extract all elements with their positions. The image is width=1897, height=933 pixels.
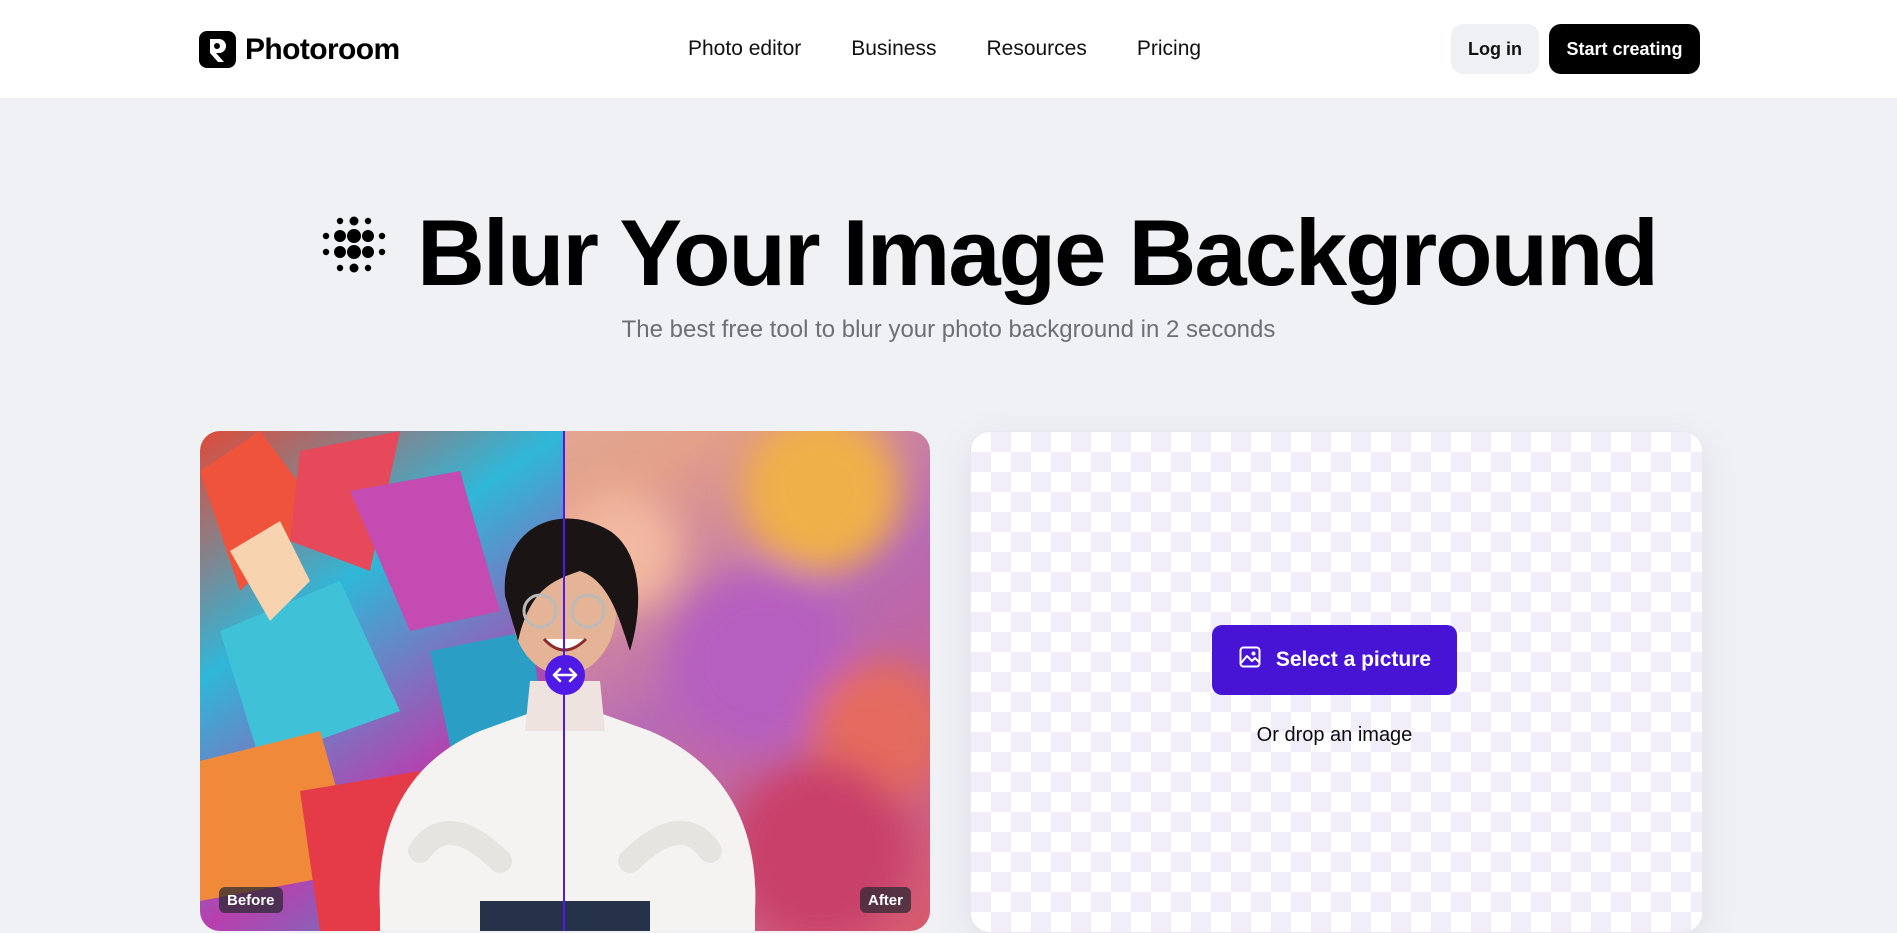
photoroom-logo-icon — [199, 31, 236, 68]
page-title: Blur Your Image Background — [417, 200, 1659, 305]
before-after-comparison[interactable]: Before After — [200, 431, 930, 931]
menu-item-photo-editor[interactable]: Photo editor — [688, 34, 801, 64]
left-right-arrow-icon[interactable] — [545, 655, 585, 695]
main-menu: Photo editor Business Resources Pricing — [688, 34, 1251, 64]
menu-item-resources[interactable]: Resources — [986, 34, 1086, 64]
blur-dots-icon — [322, 216, 386, 273]
brand-name: Photoroom — [245, 32, 400, 66]
page-subtitle: The best free tool to blur your photo ba… — [621, 316, 1276, 343]
before-label: Before — [219, 887, 283, 913]
top-navigation: Photoroom Photo editor Business Resource… — [0, 0, 1897, 98]
drop-image-hint: Or drop an image — [1256, 724, 1413, 746]
select-picture-label: Select a picture — [1275, 648, 1432, 671]
after-label: After — [859, 887, 911, 913]
image-icon — [1238, 645, 1262, 675]
select-picture-button[interactable]: Select a picture — [1212, 625, 1457, 695]
login-button[interactable]: Log in — [1451, 24, 1539, 74]
menu-item-business[interactable]: Business — [851, 34, 936, 64]
brand-logo[interactable]: Photoroom — [199, 31, 400, 68]
menu-item-pricing[interactable]: Pricing — [1137, 34, 1201, 64]
start-creating-button[interactable]: Start creating — [1549, 24, 1700, 74]
